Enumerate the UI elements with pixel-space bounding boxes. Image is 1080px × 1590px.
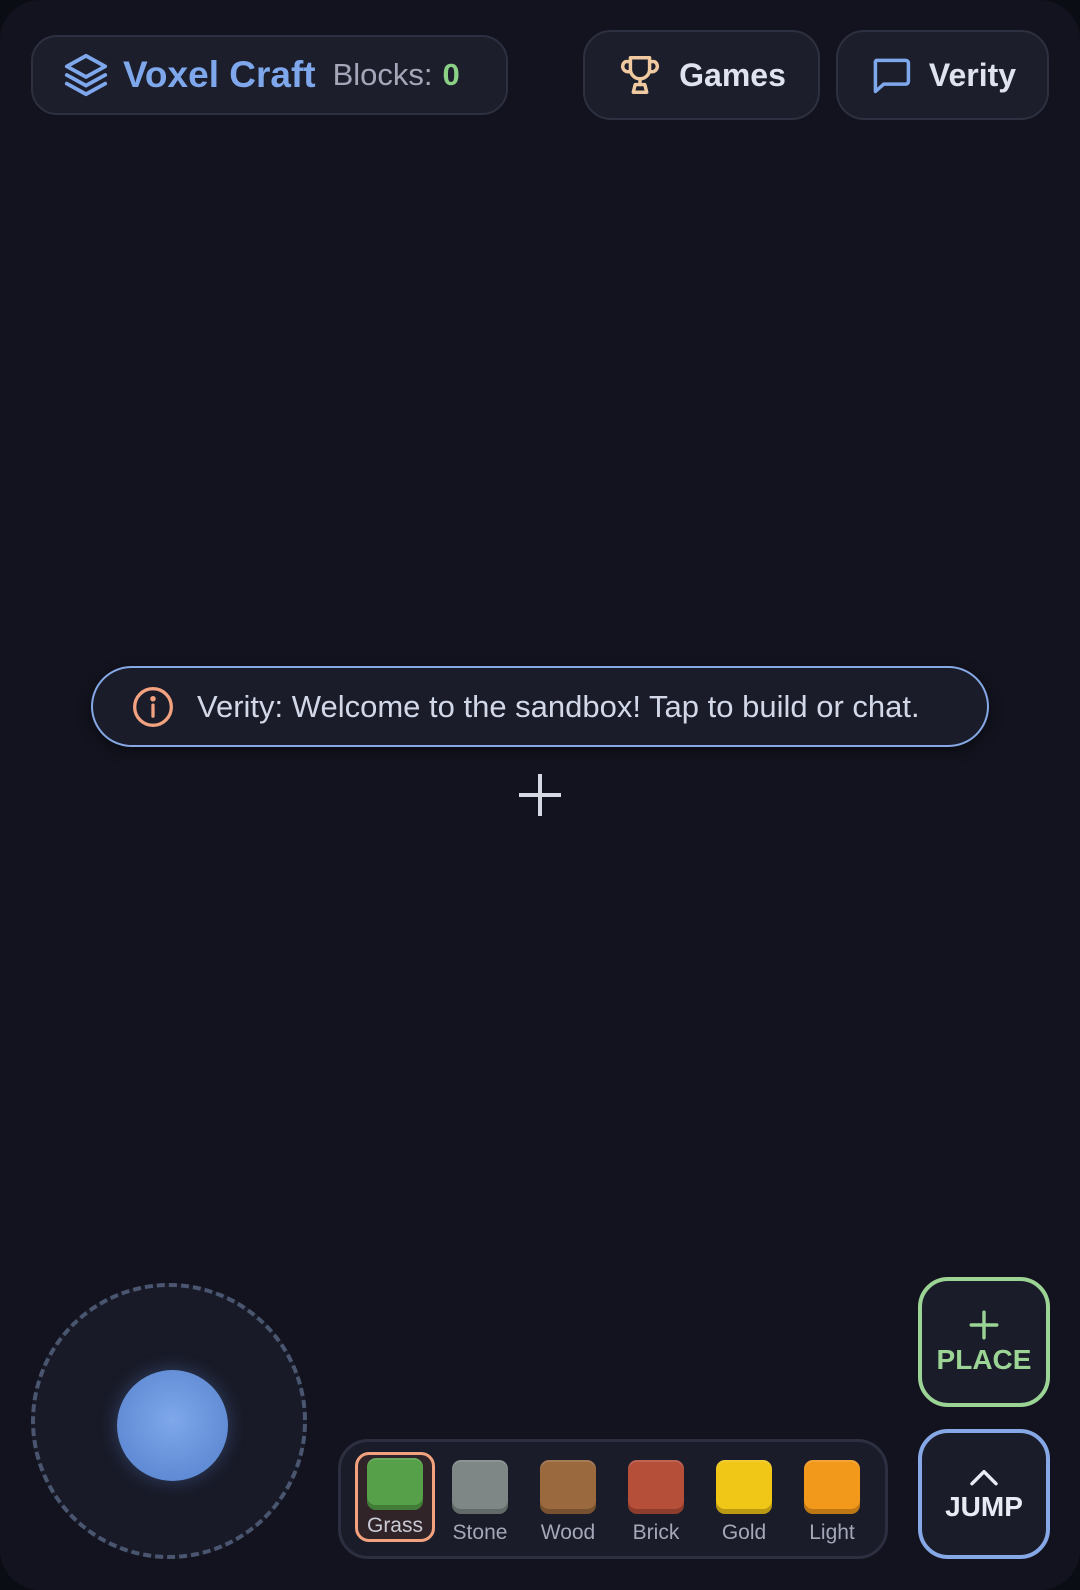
blocks-count: 0 (442, 57, 460, 92)
joystick-knob[interactable] (117, 1370, 228, 1481)
notification-toast[interactable]: Verity: Welcome to the sandbox! Tap to b… (91, 666, 989, 747)
hotbar-slot-stone[interactable]: Stone (440, 1452, 520, 1544)
slot-label: Gold (721, 1521, 767, 1544)
slot-label: Stone (452, 1521, 508, 1544)
layers-icon (63, 52, 109, 98)
app-title: Voxel Craft (123, 54, 316, 95)
jump-button[interactable]: JUMP (918, 1429, 1050, 1559)
verity-label: Verity (928, 56, 1017, 93)
hotbar-slot-grass[interactable]: Grass (355, 1452, 435, 1542)
block-hotbar: Grass Stone Wood Brick Gold Light (338, 1439, 888, 1559)
game-screen[interactable]: Voxel Craft Blocks: 0 Games Verity Verit… (0, 0, 1080, 1590)
light-block-icon (804, 1460, 860, 1514)
gold-block-icon (716, 1460, 772, 1514)
brick-block-icon (628, 1460, 684, 1514)
slot-label: Brick (632, 1521, 680, 1544)
chat-bubble-icon (869, 53, 913, 97)
wood-block-icon (540, 1460, 596, 1514)
slot-label: Wood (540, 1521, 596, 1544)
slot-label: Light (809, 1521, 855, 1544)
stone-block-icon (452, 1460, 508, 1514)
hotbar-slot-wood[interactable]: Wood (528, 1452, 608, 1544)
trophy-icon (617, 52, 663, 98)
hotbar-slot-brick[interactable]: Brick (616, 1452, 696, 1544)
place-button[interactable]: PLACE (918, 1277, 1050, 1407)
title-pill: Voxel Craft Blocks: 0 (31, 35, 508, 115)
games-label: Games (679, 56, 786, 93)
jump-label: JUMP (945, 1491, 1023, 1522)
movement-joystick[interactable] (31, 1283, 307, 1559)
info-icon (131, 685, 175, 729)
slot-label: Grass (366, 1514, 423, 1537)
notification-text: Verity: Welcome to the sandbox! Tap to b… (197, 688, 920, 724)
crosshair (519, 774, 561, 816)
games-button[interactable]: Games (583, 30, 820, 120)
chevron-up-icon (968, 1465, 1000, 1489)
hotbar-slot-gold[interactable]: Gold (704, 1452, 784, 1544)
place-label: PLACE (936, 1344, 1032, 1375)
hotbar-slot-light[interactable]: Light (792, 1452, 872, 1544)
verity-button[interactable]: Verity (836, 30, 1049, 120)
plus-icon (967, 1308, 1001, 1342)
grass-block-icon (367, 1458, 423, 1510)
blocks-label: Blocks: (332, 57, 433, 92)
